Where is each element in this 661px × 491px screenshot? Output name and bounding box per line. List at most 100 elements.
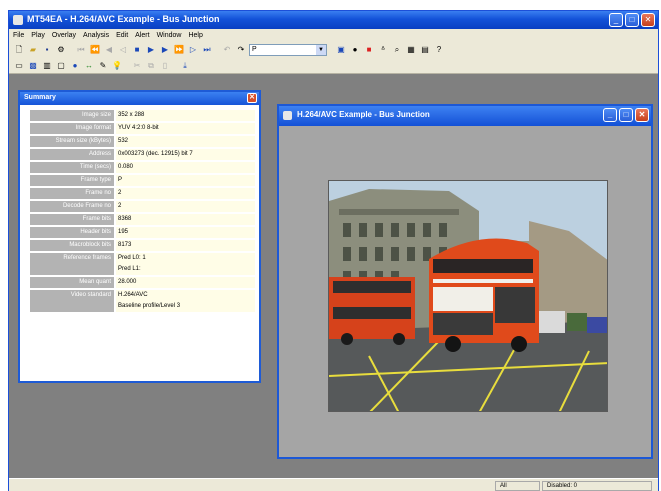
summary-rows: Image size 352 x 288 Image format YUV 4:2:0… [20,105,259,312]
video-window-icon [283,111,292,120]
fast-forward-icon[interactable]: ⏩ [173,44,185,56]
undo-icon[interactable]: ↶ [221,44,233,56]
summary-row: Macroblock bits 8173 [30,240,255,251]
status-bar: All Disabled: 0 [9,478,658,491]
summary-row-label: Time (secs) [30,162,114,173]
summary-row: Stream size (kBytes) 532 [30,136,255,147]
maximize-button[interactable]: □ [625,13,639,27]
settings-icon[interactable]: ⚙ [55,44,67,56]
new-file-icon[interactable]: 🗋 [13,44,25,56]
summary-row: Address 0x003273 (dec. 12915) bit 7 [30,149,255,160]
menu-edit[interactable]: Edit [116,32,128,39]
menu-bar: File Play Overlay Analysis Edit Alert Wi… [9,29,658,42]
video-minimize-button[interactable]: _ [603,108,617,122]
close-icon[interactable]: ✕ [247,93,257,103]
zoom-icon[interactable]: ⌕ [391,44,403,56]
summary-row: Image format YUV 4:2:0 8-bit [30,123,255,134]
redo-icon[interactable]: ↷ [235,44,247,56]
summary-row: Image size 352 x 288 [30,110,255,121]
menu-file[interactable]: File [13,32,24,39]
summary-row-value: 532 [116,136,255,147]
status-filter: All [495,481,540,491]
menu-help[interactable]: Help [188,32,202,39]
grid-icon[interactable]: ▦ [405,44,417,56]
summary-row-label: Mean quant [30,277,114,288]
video-window-title: H.264/AVC Example - Bus Junction [297,110,430,119]
menu-window[interactable]: Window [157,32,182,39]
info-icon[interactable]: ● [69,60,81,72]
bulb-icon[interactable]: 💡 [111,60,123,72]
summary-row-label: Frame type [30,175,114,186]
open-folder-icon[interactable]: ▰ [27,44,39,56]
step-forward-icon[interactable]: ▶ [145,44,157,56]
summary-row-value: 8368 [116,214,255,225]
summary-row-value: 195 [116,227,255,238]
summary-row-label: Reference frames [30,253,114,275]
stop-icon[interactable]: ■ [131,44,143,56]
summary-row: Video standard H.264/AVC Baseline profile… [30,290,255,312]
summary-row-label: Header bits [30,227,114,238]
menu-overlay[interactable]: Overlay [52,32,76,39]
monitor-icon[interactable]: ▢ [55,60,67,72]
chart-icon[interactable]: ▩ [27,60,39,72]
summary-panel: Summary ✕ Image size 352 x 288 Image forma… [18,90,261,383]
rewind-start-icon[interactable]: ⏮ [75,44,87,56]
table-icon[interactable]: ▤ [419,44,431,56]
help-icon[interactable]: ? [433,44,445,56]
summary-row-value: 0x003273 (dec. 12915) bit 7 [116,149,255,160]
toolbar-main: 🗋 ▰ ▪ ⚙ ⏮ ⏪ ◀ ◁ ■ ▶ ▶ ⏩ ▷ ⏭ ↶ ↷ P ▼ ▣ ● … [9,42,658,58]
summary-row-value: 8173 [116,240,255,251]
skip-end-icon[interactable]: ⏭ [201,44,213,56]
record-icon[interactable]: ● [349,44,361,56]
arrows-icon[interactable]: ↔ [83,60,95,72]
stop-red-icon[interactable]: ■ [363,44,375,56]
video-maximize-button[interactable]: □ [619,108,633,122]
close-button[interactable]: ✕ [641,13,655,27]
step-back-icon[interactable]: ◀ [103,44,115,56]
summary-row-label: Macroblock bits [30,240,114,251]
marker-icon[interactable]: ᐞ [377,44,389,56]
toolbar-secondary: ▭ ▩ ▥ ▢ ● ↔ ✎ 💡 ✂ ⧉ ▯ ⤓ [9,58,658,74]
step-back-frame-icon[interactable]: ◁ [117,44,129,56]
chevron-down-icon[interactable]: ▼ [316,45,326,55]
layers-icon[interactable]: ▥ [41,60,53,72]
pen-icon[interactable]: ✎ [97,60,109,72]
save-icon[interactable]: ▪ [41,44,53,56]
title-bar[interactable]: MT54EA - H.264/AVC Example - Bus Junctio… [9,11,658,29]
video-frame-image [329,181,607,411]
summary-row-label: Image size [30,110,114,121]
summary-row-value: H.264/AVC Baseline profile/Level 3 [116,290,255,312]
app-icon [13,15,23,25]
rewind-icon[interactable]: ⏪ [89,44,101,56]
menu-alert[interactable]: Alert [135,32,149,39]
video-close-button[interactable]: ✕ [635,108,649,122]
next-frame-icon[interactable]: ▷ [187,44,199,56]
export-icon[interactable]: ⤓ [179,60,191,72]
summary-row: Time (secs) 0.080 [30,162,255,173]
summary-row-value: Pred L0: 1 Pred L1: [116,253,255,275]
summary-row: Decode Frame no 2 [30,201,255,212]
frame-type-combo[interactable]: P ▼ [249,44,327,56]
summary-row-value: P [116,175,255,186]
video-title-bar[interactable]: H.264/AVC Example - Bus Junction _ □ ✕ [279,106,651,126]
summary-row: Mean quant 28.000 [30,277,255,288]
summary-row-label: Decode Frame no [30,201,114,212]
panel-icon[interactable]: ▭ [13,60,25,72]
summary-row-label: Frame bits [30,214,114,225]
cut-icon[interactable]: ✂ [131,60,143,72]
summary-title-bar[interactable]: Summary ✕ [20,92,259,105]
window-layout-icon[interactable]: ▣ [335,44,347,56]
summary-row: Reference frames Pred L0: 1 Pred L1: [30,253,255,275]
summary-row-value: YUV 4:2:0 8-bit [116,123,255,134]
paste-icon[interactable]: ▯ [159,60,171,72]
summary-row: Frame bits 8368 [30,214,255,225]
video-frame[interactable] [328,180,608,412]
summary-row-label: Image format [30,123,114,134]
menu-play[interactable]: Play [31,32,45,39]
copy-icon[interactable]: ⧉ [145,60,157,72]
summary-row-label: Frame no [30,188,114,199]
minimize-button[interactable]: _ [609,13,623,27]
play-icon[interactable]: ▶ [159,44,171,56]
menu-analysis[interactable]: Analysis [83,32,109,39]
summary-title: Summary [24,94,56,101]
